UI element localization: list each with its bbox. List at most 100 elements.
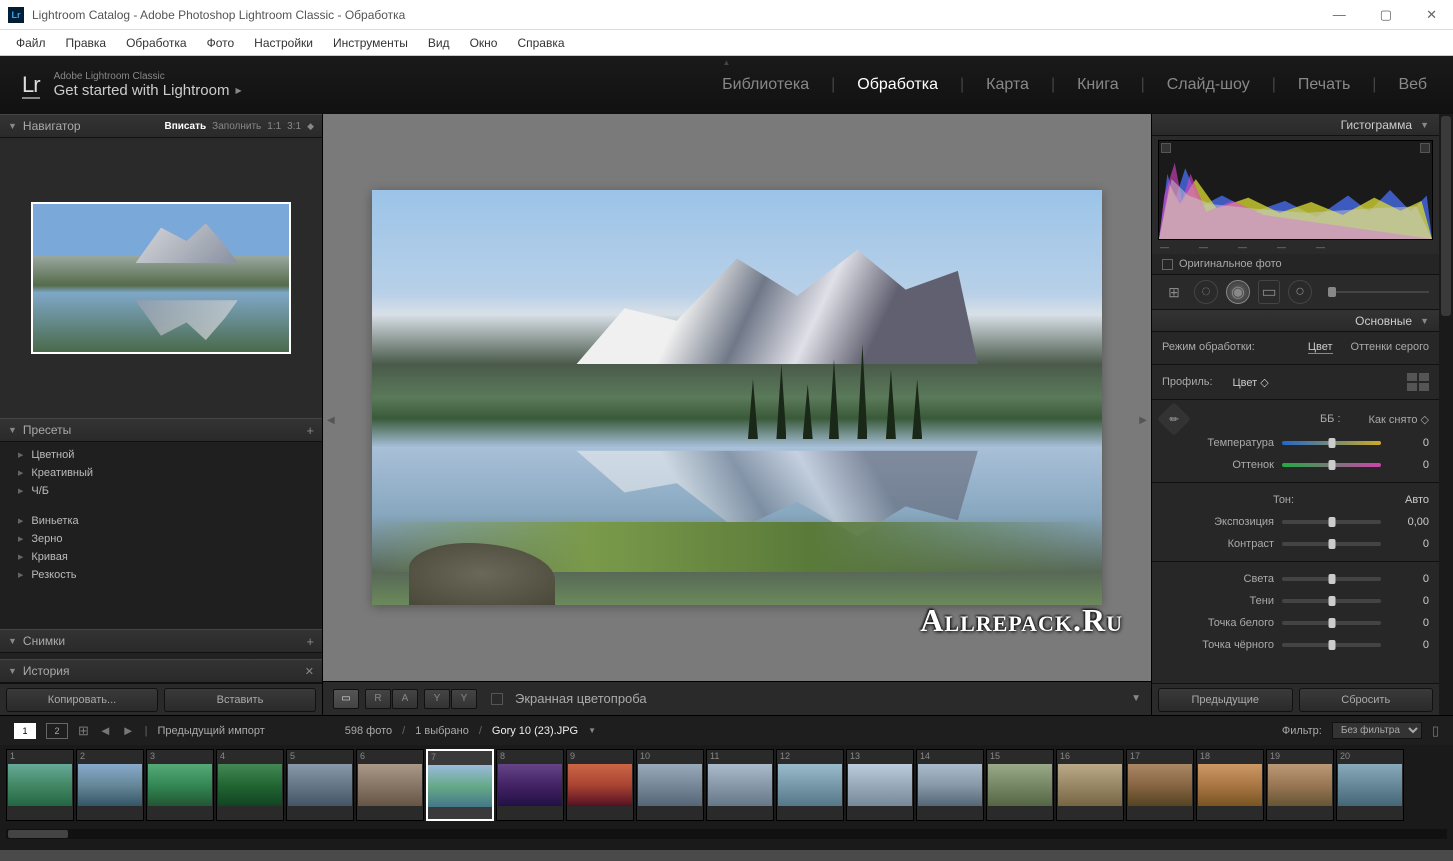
profile-dropdown[interactable]: Цвет ◇ [1233, 376, 1269, 389]
source-label[interactable]: Предыдущий импорт [158, 725, 265, 737]
highlight-clip-icon[interactable] [1420, 143, 1430, 153]
previous-button[interactable]: Предыдущие [1158, 688, 1293, 712]
add-preset-icon[interactable]: + [306, 423, 314, 438]
nav-fill[interactable]: Заполнить [212, 121, 261, 132]
thumbnail-14[interactable]: 14 [916, 749, 984, 821]
menu-Справка[interactable]: Справка [509, 33, 572, 53]
image-canvas[interactable]: Allrepack.Ru [323, 114, 1151, 681]
module-Карта[interactable]: Карта [982, 76, 1033, 94]
whites-slider[interactable] [1282, 621, 1381, 625]
filmstrip-scrollbar[interactable] [6, 829, 1447, 839]
menu-Инструменты[interactable]: Инструменты [325, 33, 416, 53]
reset-button[interactable]: Сбросить [1299, 688, 1434, 712]
crop-tool[interactable]: ⊞ [1162, 280, 1186, 304]
snapshots-header[interactable]: ▼Снимки + [0, 629, 322, 653]
blacks-slider[interactable] [1282, 643, 1381, 647]
menu-Настройки[interactable]: Настройки [246, 33, 321, 53]
menu-Файл[interactable]: Файл [8, 33, 54, 53]
wb-picker-icon[interactable]: ✎ [1157, 402, 1191, 436]
thumbnail-7[interactable]: 7 [426, 749, 494, 821]
shadow-clip-icon[interactable] [1161, 143, 1171, 153]
thumbnail-6[interactable]: 6 [356, 749, 424, 821]
thumbnail-3[interactable]: 3 [146, 749, 214, 821]
thumbnail-18[interactable]: 18 [1196, 749, 1264, 821]
preset-Резкость[interactable]: Резкость [0, 566, 322, 584]
close-button[interactable]: ✕ [1418, 3, 1445, 27]
minimize-button[interactable]: — [1325, 3, 1354, 27]
auto-tone-button[interactable]: Авто [1405, 494, 1429, 506]
go-back-icon[interactable]: ◄ [99, 723, 112, 738]
module-Печать[interactable]: Печать [1294, 76, 1354, 94]
menu-Правка[interactable]: Правка [58, 33, 115, 53]
exposure-slider[interactable] [1282, 520, 1381, 524]
module-Слайд-шоу[interactable]: Слайд-шоу [1163, 76, 1254, 94]
brand-big[interactable]: Get started with Lightroom [54, 82, 242, 99]
thumbnail-2[interactable]: 2 [76, 749, 144, 821]
toolbar-menu-icon[interactable]: ▼ [1131, 693, 1141, 704]
histogram[interactable] [1158, 140, 1433, 240]
thumbnail-9[interactable]: 9 [566, 749, 634, 821]
presets-header[interactable]: ▼Пресеты + [0, 418, 322, 442]
tint-slider[interactable] [1282, 463, 1381, 467]
thumbnail-20[interactable]: 20 [1336, 749, 1404, 821]
softproof-checkbox[interactable] [491, 693, 503, 705]
module-Веб[interactable]: Веб [1394, 76, 1431, 94]
module-Библиотека[interactable]: Библиотека [718, 76, 813, 94]
original-photo-row[interactable]: Оригинальное фото [1152, 254, 1439, 274]
go-forward-icon[interactable]: ► [122, 723, 135, 738]
grid-view-icon[interactable]: ⊞ [78, 723, 89, 739]
thumbnail-5[interactable]: 5 [286, 749, 354, 821]
add-snapshot-icon[interactable]: + [306, 634, 314, 649]
thumbnail-1[interactable]: 1 [6, 749, 74, 821]
thumbnail-4[interactable]: 4 [216, 749, 284, 821]
basic-header[interactable]: Основные▼ [1152, 310, 1439, 332]
right-scrollbar[interactable] [1439, 114, 1453, 715]
thumbnail-13[interactable]: 13 [846, 749, 914, 821]
redeye-tool[interactable]: ◉ [1226, 280, 1250, 304]
nav-1to1[interactable]: 1:1 [267, 121, 281, 132]
preset-Цветной[interactable]: Цветной [0, 446, 322, 464]
thumbnail-19[interactable]: 19 [1266, 749, 1334, 821]
navigator-preview[interactable] [0, 138, 322, 418]
current-filename[interactable]: Gory 10 (23).JPG [492, 725, 578, 737]
loupe-view-button[interactable]: ▭ [333, 689, 359, 709]
thumbnail-8[interactable]: 8 [496, 749, 564, 821]
nav-fit[interactable]: Вписать [164, 121, 206, 132]
treatment-color[interactable]: Цвет [1308, 341, 1333, 354]
thumbnail-16[interactable]: 16 [1056, 749, 1124, 821]
main-window-button[interactable]: 1 [14, 723, 36, 739]
maximize-button[interactable]: ▢ [1372, 3, 1400, 27]
shadows-slider[interactable] [1282, 599, 1381, 603]
module-Книга[interactable]: Книга [1073, 76, 1122, 94]
profile-browser-icon[interactable] [1407, 373, 1429, 391]
menu-Вид[interactable]: Вид [420, 33, 458, 53]
filter-lock-icon[interactable]: ▯ [1432, 723, 1439, 739]
copy-button[interactable]: Копировать... [6, 688, 158, 712]
clear-history-icon[interactable]: ✕ [305, 665, 314, 678]
wb-dropdown[interactable]: Как снято ◇ [1369, 413, 1429, 426]
nav-ratio[interactable]: 3:1 [287, 121, 301, 132]
thumbnail-15[interactable]: 15 [986, 749, 1054, 821]
thumbnail-12[interactable]: 12 [776, 749, 844, 821]
second-window-button[interactable]: 2 [46, 723, 68, 739]
paste-button[interactable]: Вставить [164, 688, 316, 712]
history-header[interactable]: ▼История ✕ [0, 659, 322, 683]
menu-Обработка[interactable]: Обработка [118, 33, 195, 53]
preset-Кривая[interactable]: Кривая [0, 548, 322, 566]
menu-Окно[interactable]: Окно [462, 33, 506, 53]
radial-tool[interactable]: ○ [1288, 280, 1312, 304]
mask-slider[interactable] [1328, 291, 1429, 293]
thumbnail-17[interactable]: 17 [1126, 749, 1194, 821]
preset-Зерно[interactable]: Зерно [0, 530, 322, 548]
preset-Креативный[interactable]: Креативный [0, 464, 322, 482]
thumbnail-11[interactable]: 11 [706, 749, 774, 821]
before-after-lr2-button[interactable]: A [392, 689, 418, 709]
preset-Ч/Б[interactable]: Ч/Б [0, 482, 322, 500]
module-Обработка[interactable]: Обработка [853, 76, 942, 94]
navigator-header[interactable]: ▼Навигатор Вписать Заполнить 1:1 3:1 ◆ [0, 114, 322, 138]
spot-tool[interactable]: ◌ [1194, 280, 1218, 304]
highlights-slider[interactable] [1282, 577, 1381, 581]
nav-ratio-menu-icon[interactable]: ◆ [307, 121, 314, 132]
filter-dropdown[interactable]: Без фильтра [1332, 722, 1422, 739]
before-after-tb-button[interactable]: Y [424, 689, 450, 709]
